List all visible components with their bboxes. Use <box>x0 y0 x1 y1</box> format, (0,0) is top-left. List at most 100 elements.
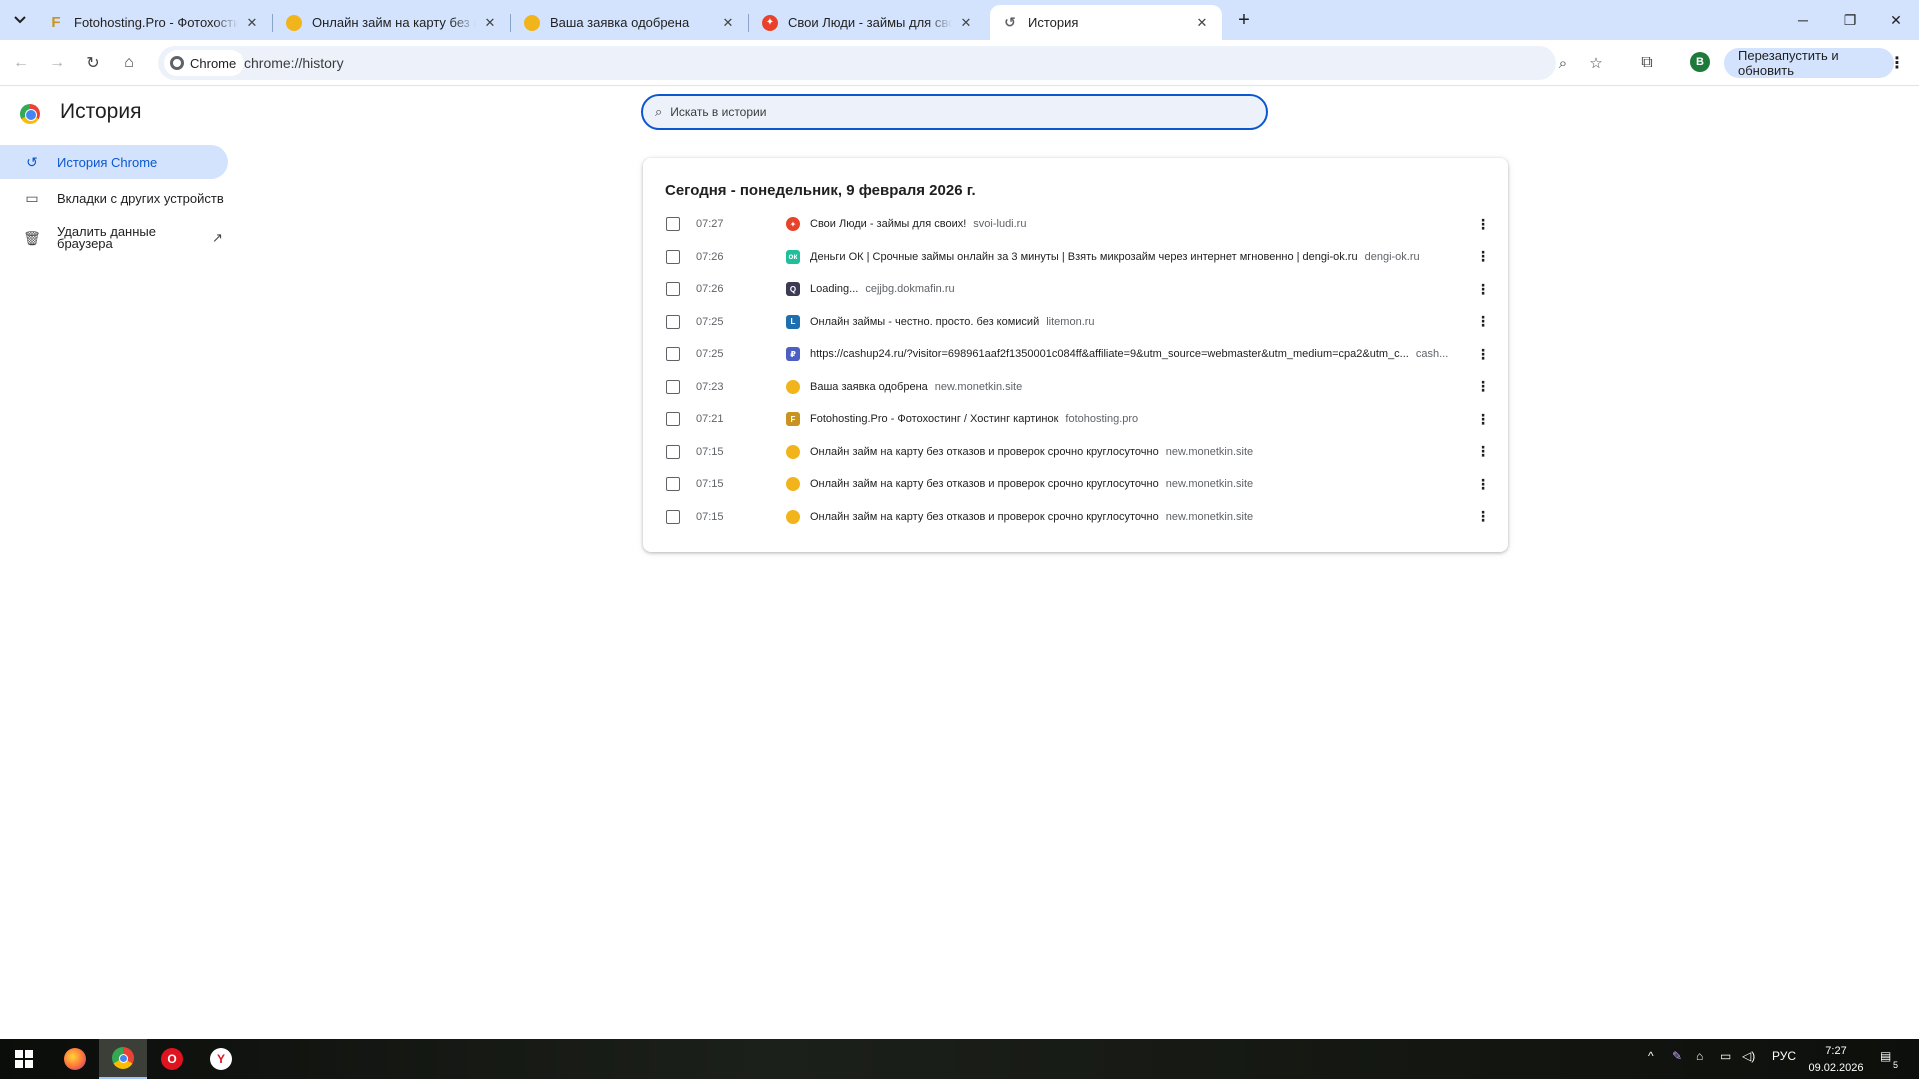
history-entry[interactable]: 07:26 ок Деньги ОК | Срочные займы онлайн … <box>643 241 1508 273</box>
close-icon[interactable]: ✕ <box>1194 15 1210 31</box>
close-icon[interactable]: ✕ <box>720 15 736 31</box>
sidebar-item-chrome-history[interactable]: ↺ История Chrome <box>0 145 228 179</box>
speaker-icon[interactable]: ◁) <box>1742 1049 1755 1063</box>
reload-button[interactable]: ↻ <box>80 50 106 76</box>
history-entry[interactable]: 07:15 Онлайн займ на карту без отказов и … <box>643 468 1508 500</box>
tab-title: Свои Люди - займы для своих <box>788 15 952 30</box>
history-entry[interactable]: 07:15 Онлайн займ на карту без отказов и … <box>643 436 1508 468</box>
home-button[interactable]: ⌂ <box>116 50 142 76</box>
entry-title[interactable]: Fotohosting.Pro - Фотохостинг / Хостинг … <box>810 413 1058 425</box>
history-entry[interactable]: 07:23 Ваша заявка одобрена new.monetkin.si… <box>643 371 1508 403</box>
tab-search-button[interactable] <box>8 9 32 31</box>
close-icon[interactable]: ✕ <box>482 15 498 31</box>
bookmark-star-icon[interactable]: ☆ <box>1586 53 1606 73</box>
sidebar-item-label: История Chrome <box>57 154 158 170</box>
site-info-chip[interactable]: Chrome <box>164 50 245 76</box>
entry-checkbox[interactable] <box>666 412 680 426</box>
entry-title[interactable]: Свои Люди - займы для своих! <box>810 218 966 230</box>
taskbar-app-opera[interactable]: O <box>148 1039 196 1079</box>
zoom-icon[interactable]: ⌕ <box>1553 53 1573 73</box>
windows-taskbar: O Y <box>0 1039 1919 1079</box>
entry-checkbox[interactable] <box>666 217 680 231</box>
entry-title[interactable]: Онлайн займ на карту без отказов и прове… <box>810 446 1159 458</box>
entry-checkbox[interactable] <box>666 444 680 459</box>
history-entry[interactable]: 07:27 ✦ Свои Люди - займы для своих! svoi-l… <box>643 208 1508 240</box>
pen-icon[interactable]: ✎ <box>1672 1049 1682 1063</box>
more-actions-icon[interactable]: ⋮ <box>1475 313 1491 330</box>
sidebar-item-clear-data[interactable]: 🗑 Удалить данные браузера ↗ <box>0 221 228 255</box>
entry-text: Fotohosting.Pro - Фотохостинг / Хостинг … <box>810 413 1450 425</box>
forward-button[interactable]: → <box>44 50 70 76</box>
entry-domain: new.monetkin.site <box>1165 478 1254 490</box>
history-entry[interactable]: 07:26 Q Loading... cejjbg.dokmafin.ru ⋮ <box>643 273 1508 305</box>
more-actions-icon[interactable]: ⋮ <box>1475 476 1491 492</box>
entry-time: 07:26 <box>696 250 724 263</box>
chrome-menu-icon[interactable]: ⋮ <box>1889 48 1905 78</box>
entry-domain: litemon.ru <box>1046 315 1095 328</box>
chevron-up-icon[interactable]: ^ <box>1648 1049 1654 1063</box>
browser-toolbar: ← → ↻ ⌂ Chrome chrome://history ⌕ ☆ ⧉ <box>0 40 1919 86</box>
close-icon[interactable]: ✕ <box>244 15 260 31</box>
history-search-box[interactable]: ⌕ <box>641 94 1268 130</box>
more-actions-icon[interactable]: ⋮ <box>1475 248 1491 265</box>
relaunch-update-button[interactable]: Перезапустить и обновить <box>1724 48 1894 78</box>
entry-title[interactable]: https://cashup24.ru/?visitor=698961aaf2f… <box>810 348 1409 360</box>
taskbar-app-yandex[interactable]: Y <box>197 1039 245 1079</box>
entry-title[interactable]: Онлайн займы - честно. просто. без комис… <box>810 316 1039 328</box>
entry-title[interactable]: Онлайн займ на карту без отказов и прове… <box>810 511 1159 523</box>
tab-svoi-ludi[interactable]: ✦ Свои Люди - займы для своих ✕ <box>750 5 986 40</box>
entry-domain: new.monetkin.site <box>934 380 1023 393</box>
chrome-icon <box>170 56 184 70</box>
start-button[interactable] <box>0 1039 48 1079</box>
entry-title[interactable]: Ваша заявка одобрена <box>810 381 928 393</box>
entry-checkbox[interactable] <box>666 249 680 264</box>
close-window-button[interactable]: ✕ <box>1873 0 1919 40</box>
tab-fotohosting[interactable]: F Fotohosting.Pro - Фотохостинг / Хостин… <box>36 5 273 40</box>
entry-checkbox[interactable] <box>666 509 680 524</box>
new-tab-button[interactable]: + <box>1232 9 1256 31</box>
minimize-button[interactable]: ─ <box>1780 0 1826 40</box>
entry-checkbox[interactable] <box>666 379 680 394</box>
search-input[interactable] <box>670 105 1231 119</box>
back-button[interactable]: ← <box>8 50 34 76</box>
address-bar[interactable]: Chrome chrome://history ⌕ ☆ <box>158 46 1603 80</box>
more-actions-icon[interactable]: ⋮ <box>1475 281 1491 297</box>
history-entry[interactable]: 07:25 L Онлайн займы - честно. просто. без… <box>643 306 1508 338</box>
entry-domain: cejjbg.dokmafin.ru <box>865 283 955 295</box>
entry-title[interactable]: Онлайн займ на карту без отказов и прове… <box>810 478 1159 490</box>
entry-checkbox[interactable] <box>666 314 680 329</box>
entry-checkbox[interactable] <box>666 347 680 361</box>
site-favicon <box>786 444 800 459</box>
entry-checkbox[interactable] <box>666 282 680 296</box>
tab-title: История <box>1028 15 1079 30</box>
entry-checkbox[interactable] <box>666 477 680 491</box>
url-text[interactable]: chrome://history <box>244 55 344 71</box>
history-entry[interactable]: 07:15 Онлайн займ на карту без отказов и … <box>643 501 1508 533</box>
sidebar-item-other-devices[interactable]: ▭ Вкладки с других устройств <box>0 181 228 215</box>
more-actions-icon[interactable]: ⋮ <box>1475 508 1491 525</box>
more-actions-icon[interactable]: ⋮ <box>1475 443 1491 460</box>
tab-history[interactable]: ↺ История ✕ <box>990 5 1222 40</box>
tab-zayavka[interactable]: Ваша заявка одобрена ✕ <box>512 5 749 40</box>
more-actions-icon[interactable]: ⋮ <box>1475 378 1491 395</box>
entry-title[interactable]: Деньги ОК | Срочные займы онлайн за 3 ми… <box>810 251 1358 263</box>
language-indicator[interactable]: РУС <box>1772 1049 1796 1063</box>
restore-button[interactable]: ❐ <box>1827 0 1873 40</box>
history-entry[interactable]: 07:21 F Fotohosting.Pro - Фотохостинг / Хо… <box>643 403 1508 435</box>
more-actions-icon[interactable]: ⋮ <box>1475 216 1491 232</box>
network-icon[interactable]: ⌂ <box>1696 1049 1703 1063</box>
display-icon[interactable]: ▭ <box>1720 1049 1731 1063</box>
tab-online-zaim[interactable]: Онлайн займ на карту без отказов ✕ <box>274 5 511 40</box>
entry-title[interactable]: Loading... <box>810 283 858 295</box>
history-entry[interactable]: 07:25 ₽ https://cashup24.ru/?visitor=69896… <box>643 338 1508 370</box>
more-actions-icon[interactable]: ⋮ <box>1475 346 1491 362</box>
taskbar-app-firefox[interactable] <box>51 1039 99 1079</box>
close-icon[interactable]: ✕ <box>958 15 974 31</box>
more-actions-icon[interactable]: ⋮ <box>1475 411 1491 427</box>
taskbar-app-chrome[interactable] <box>99 1039 147 1079</box>
extensions-icon[interactable]: ⧉ <box>1634 50 1660 76</box>
taskbar-clock[interactable]: 7:27 09.02.2026 <box>1806 1043 1866 1077</box>
notifications-icon[interactable]: ▤ <box>1880 1049 1891 1063</box>
fotohosting-favicon: F <box>51 14 61 31</box>
avatar[interactable]: В <box>1690 52 1710 72</box>
